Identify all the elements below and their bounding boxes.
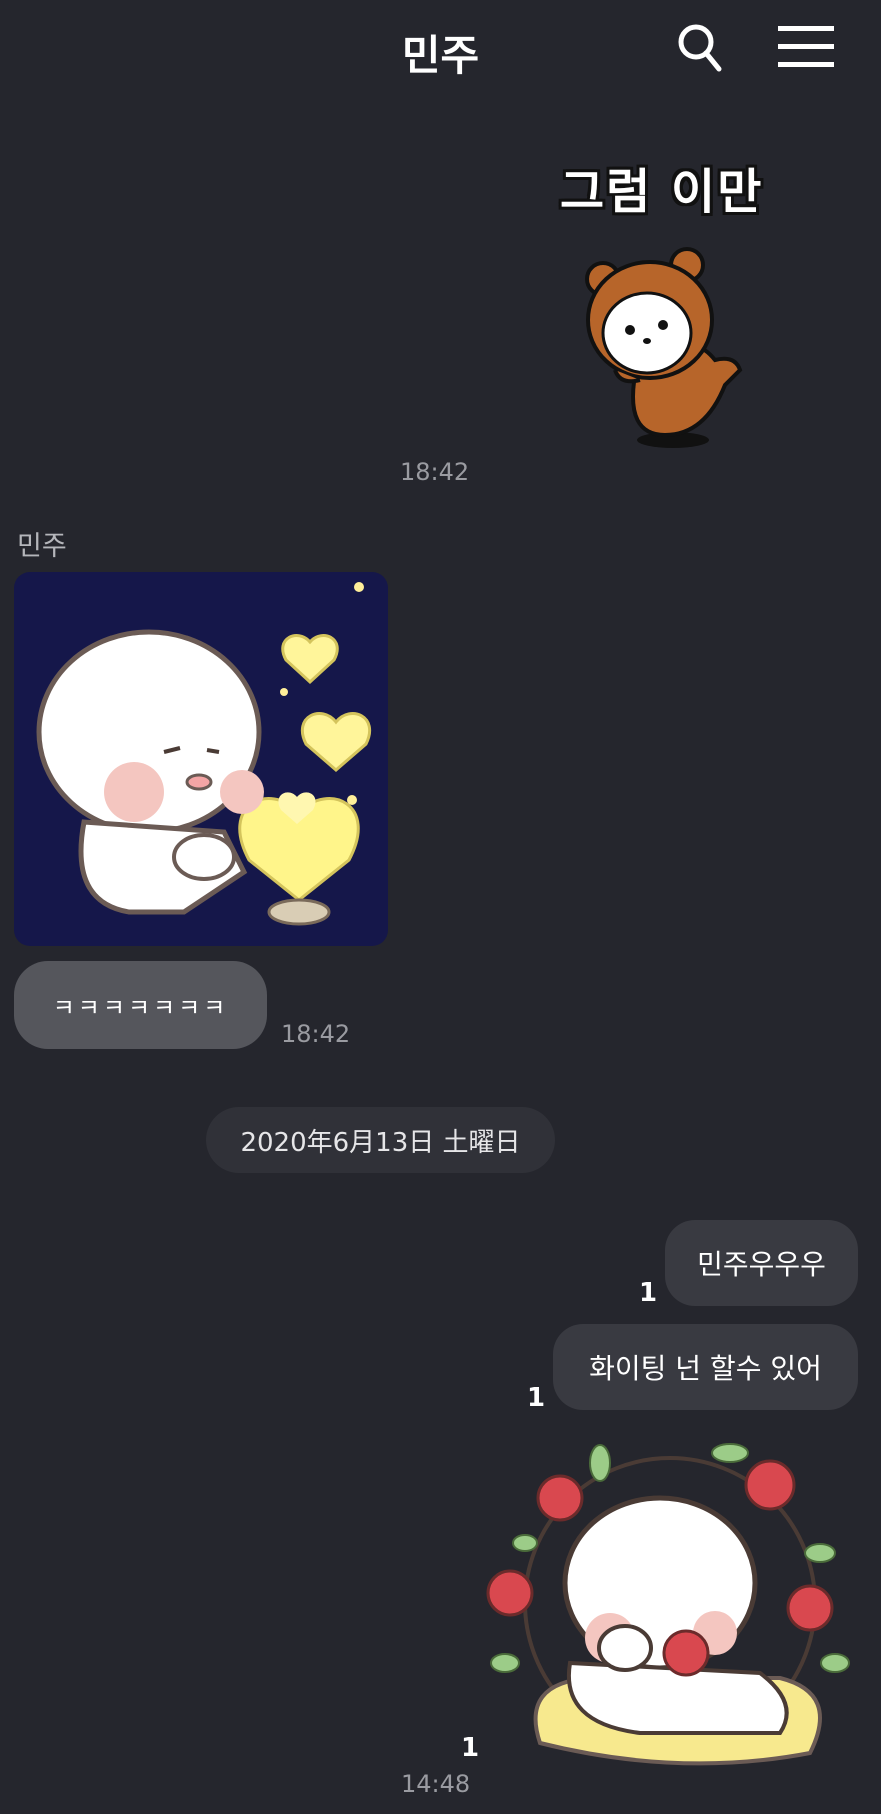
unread-count: 1 bbox=[461, 1733, 480, 1763]
sender-name: 민주 bbox=[17, 531, 67, 562]
image-message[interactable] bbox=[14, 572, 388, 946]
chat-title: 민주 bbox=[401, 31, 480, 80]
message-bubble[interactable]: 민주우우우 bbox=[665, 1220, 858, 1306]
unread-count: 1 bbox=[527, 1383, 546, 1413]
hamburger-menu-icon[interactable] bbox=[778, 26, 834, 68]
message-bubble[interactable]: ㅋㅋㅋㅋㅋㅋㅋ bbox=[14, 961, 267, 1049]
message-time: 14:48 bbox=[401, 1770, 471, 1798]
rose-sticker[interactable] bbox=[480, 1433, 861, 1778]
bear-sticker[interactable]: 그럼 이만 bbox=[555, 150, 795, 455]
date-divider: 2020年6月13日 土曜日 bbox=[206, 1107, 555, 1173]
unread-count: 1 bbox=[639, 1278, 658, 1308]
sticker-text: 그럼 이만 bbox=[560, 164, 764, 220]
search-icon[interactable] bbox=[676, 22, 726, 72]
message-time: 18:42 bbox=[400, 458, 470, 486]
message-bubble[interactable]: 화이팅 넌 할수 있어 bbox=[553, 1324, 858, 1410]
message-time: 18:42 bbox=[281, 1020, 351, 1048]
